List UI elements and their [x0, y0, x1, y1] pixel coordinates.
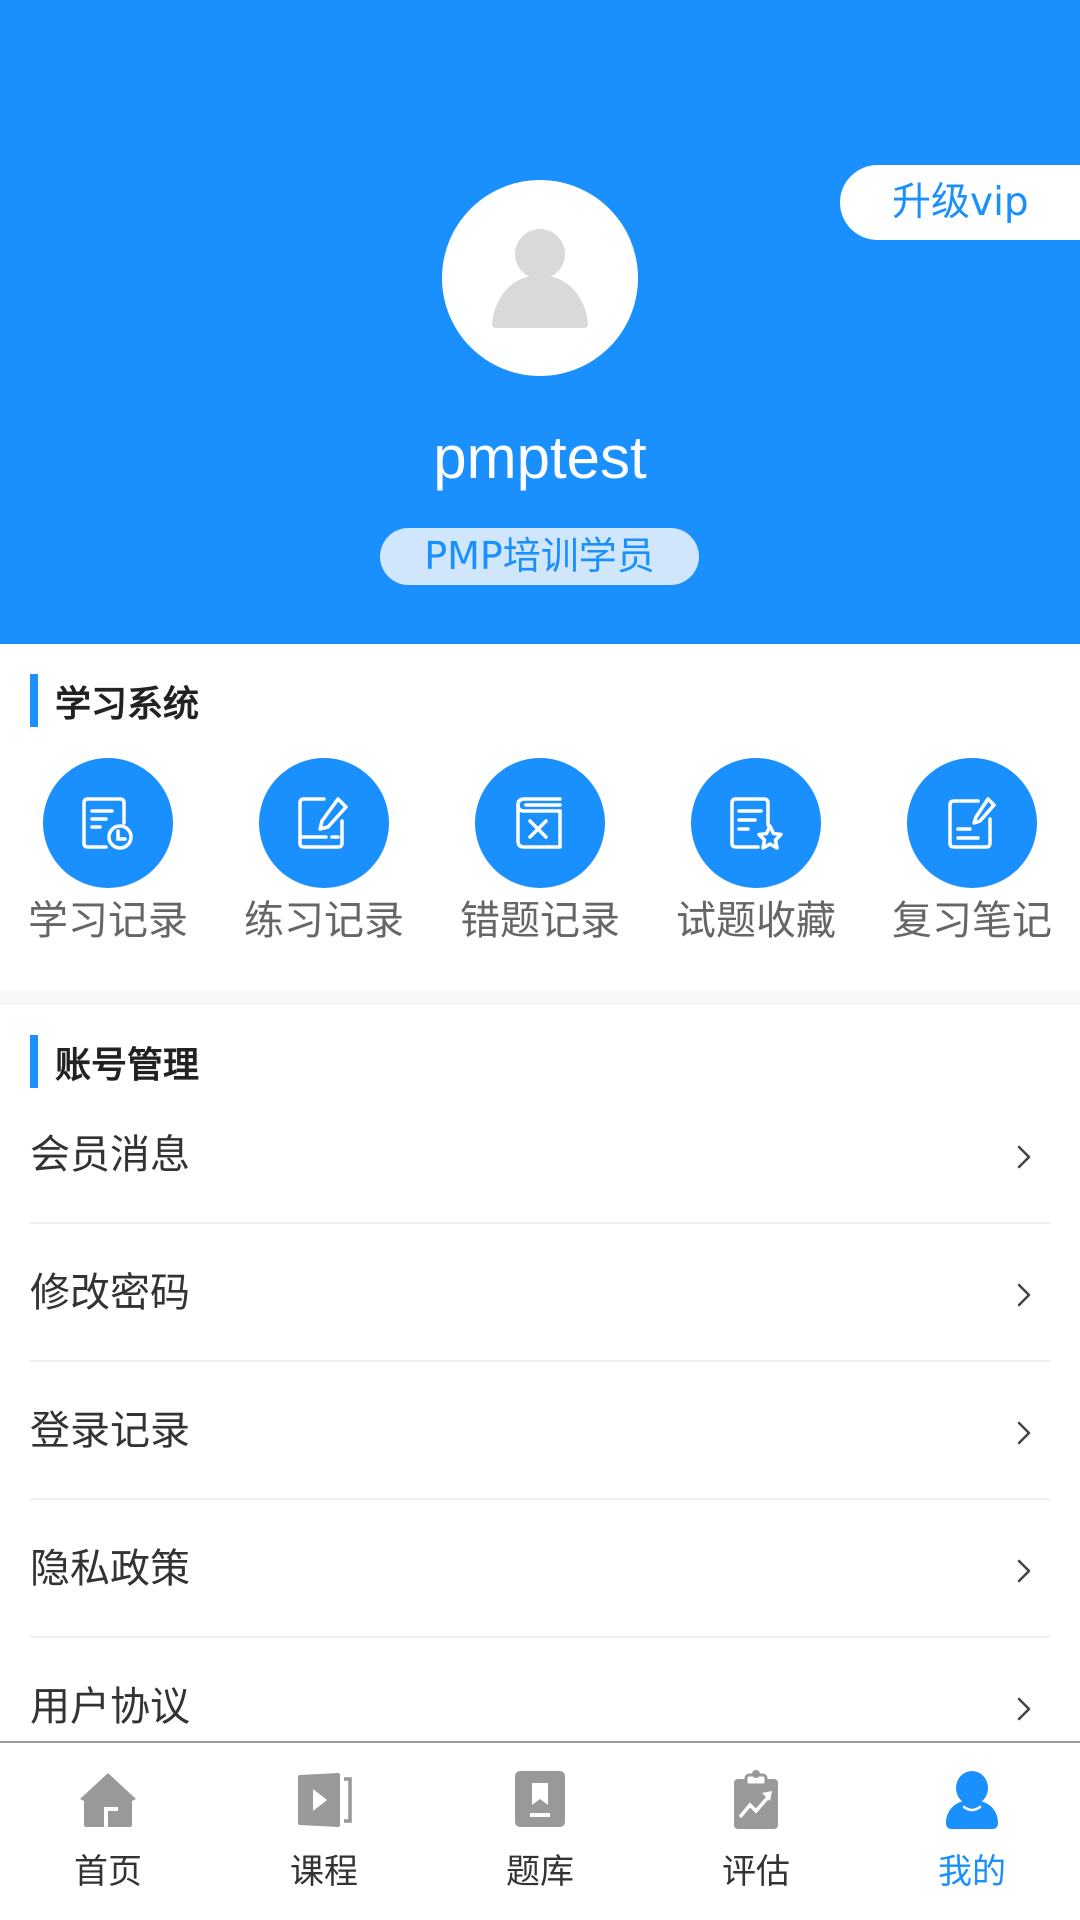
profile-icon	[946, 1771, 998, 1829]
section-accent-bar	[30, 1035, 38, 1088]
study-item-label: 练习记录	[244, 898, 404, 944]
assessment-icon	[734, 1770, 778, 1829]
menu-item-label: 修改密码	[30, 1270, 190, 1316]
course-icon	[298, 1773, 352, 1827]
practice-record-icon	[298, 797, 348, 849]
section-accent-bar	[30, 674, 38, 727]
study-item-label: 试题收藏	[676, 898, 836, 944]
home-icon	[80, 1773, 136, 1827]
study-item-favorites[interactable]: 试题收藏	[648, 758, 864, 958]
tab-label: 我的	[938, 1852, 1006, 1892]
tab-label: 题库	[506, 1852, 574, 1892]
study-section-title-text: 学习系统	[55, 683, 200, 725]
menu-item-label: 用户协议	[30, 1684, 190, 1730]
tab-assessment[interactable]: 评估	[648, 1743, 864, 1920]
study-item-circle	[43, 758, 173, 888]
menu-item-change-password[interactable]: 修改密码	[0, 1224, 1080, 1362]
question-bank-icon	[515, 1771, 565, 1827]
menu-item-login-records[interactable]: 登录记录	[0, 1362, 1080, 1500]
study-item-circle	[907, 758, 1037, 888]
default-user-icon	[492, 229, 588, 328]
wrong-question-icon	[516, 797, 562, 849]
study-item-label: 复习笔记	[892, 898, 1052, 944]
review-note-icon	[948, 797, 996, 849]
chevron-right-icon	[1017, 1697, 1031, 1721]
study-item-circle	[691, 758, 821, 888]
study-item-label: 学习记录	[28, 898, 188, 944]
chevron-right-icon	[1017, 1421, 1031, 1445]
chevron-right-icon	[1017, 1283, 1031, 1307]
study-item-wrong-questions[interactable]: 错题记录	[432, 758, 648, 958]
tab-question-bank[interactable]: 题库	[432, 1743, 648, 1920]
tab-label: 首页	[74, 1852, 142, 1892]
profile-header: 升级vip pmptest PMP培训学员	[0, 0, 1080, 644]
tab-courses[interactable]: 课程	[216, 1743, 432, 1920]
study-item-circle	[475, 758, 605, 888]
menu-item-label: 登录记录	[30, 1408, 190, 1454]
study-item-review-notes[interactable]: 复习笔记	[864, 758, 1080, 958]
tab-label: 评估	[722, 1852, 790, 1892]
menu-item-label: 会员消息	[30, 1132, 190, 1178]
study-grid: 学习记录 练习记录 错题记录 试题收藏 复习笔记	[0, 758, 1080, 958]
study-item-study-record[interactable]: 学习记录	[0, 758, 216, 958]
account-section-title-text: 账号管理	[55, 1044, 200, 1086]
menu-item-member-messages[interactable]: 会员消息	[0, 1086, 1080, 1224]
account-menu: 会员消息 修改密码 登录记录 隐私政策 用户协议	[0, 1086, 1080, 1776]
study-section-title: 学习系统	[30, 674, 199, 727]
role-badge: PMP培训学员	[380, 528, 699, 585]
menu-item-privacy-policy[interactable]: 隐私政策	[0, 1500, 1080, 1638]
study-item-practice-record[interactable]: 练习记录	[216, 758, 432, 958]
study-record-icon	[82, 797, 133, 850]
study-item-label: 错题记录	[460, 898, 620, 944]
username: pmptest	[433, 424, 647, 491]
tab-label: 课程	[290, 1852, 358, 1892]
tab-home[interactable]: 首页	[0, 1743, 216, 1920]
chevron-right-icon	[1017, 1145, 1031, 1169]
study-item-circle	[259, 758, 389, 888]
avatar[interactable]	[442, 180, 638, 376]
tab-profile[interactable]: 我的	[864, 1743, 1080, 1920]
menu-item-label: 隐私政策	[30, 1546, 190, 1592]
account-section-title: 账号管理	[30, 1035, 199, 1088]
chevron-right-icon	[1017, 1559, 1031, 1583]
bottom-tab-bar: 首页 课程 题库 评估 我的	[0, 1741, 1080, 1920]
section-separator	[0, 990, 1080, 1005]
upgrade-vip-button[interactable]: 升级vip	[840, 165, 1080, 240]
favorite-question-icon	[730, 797, 783, 850]
